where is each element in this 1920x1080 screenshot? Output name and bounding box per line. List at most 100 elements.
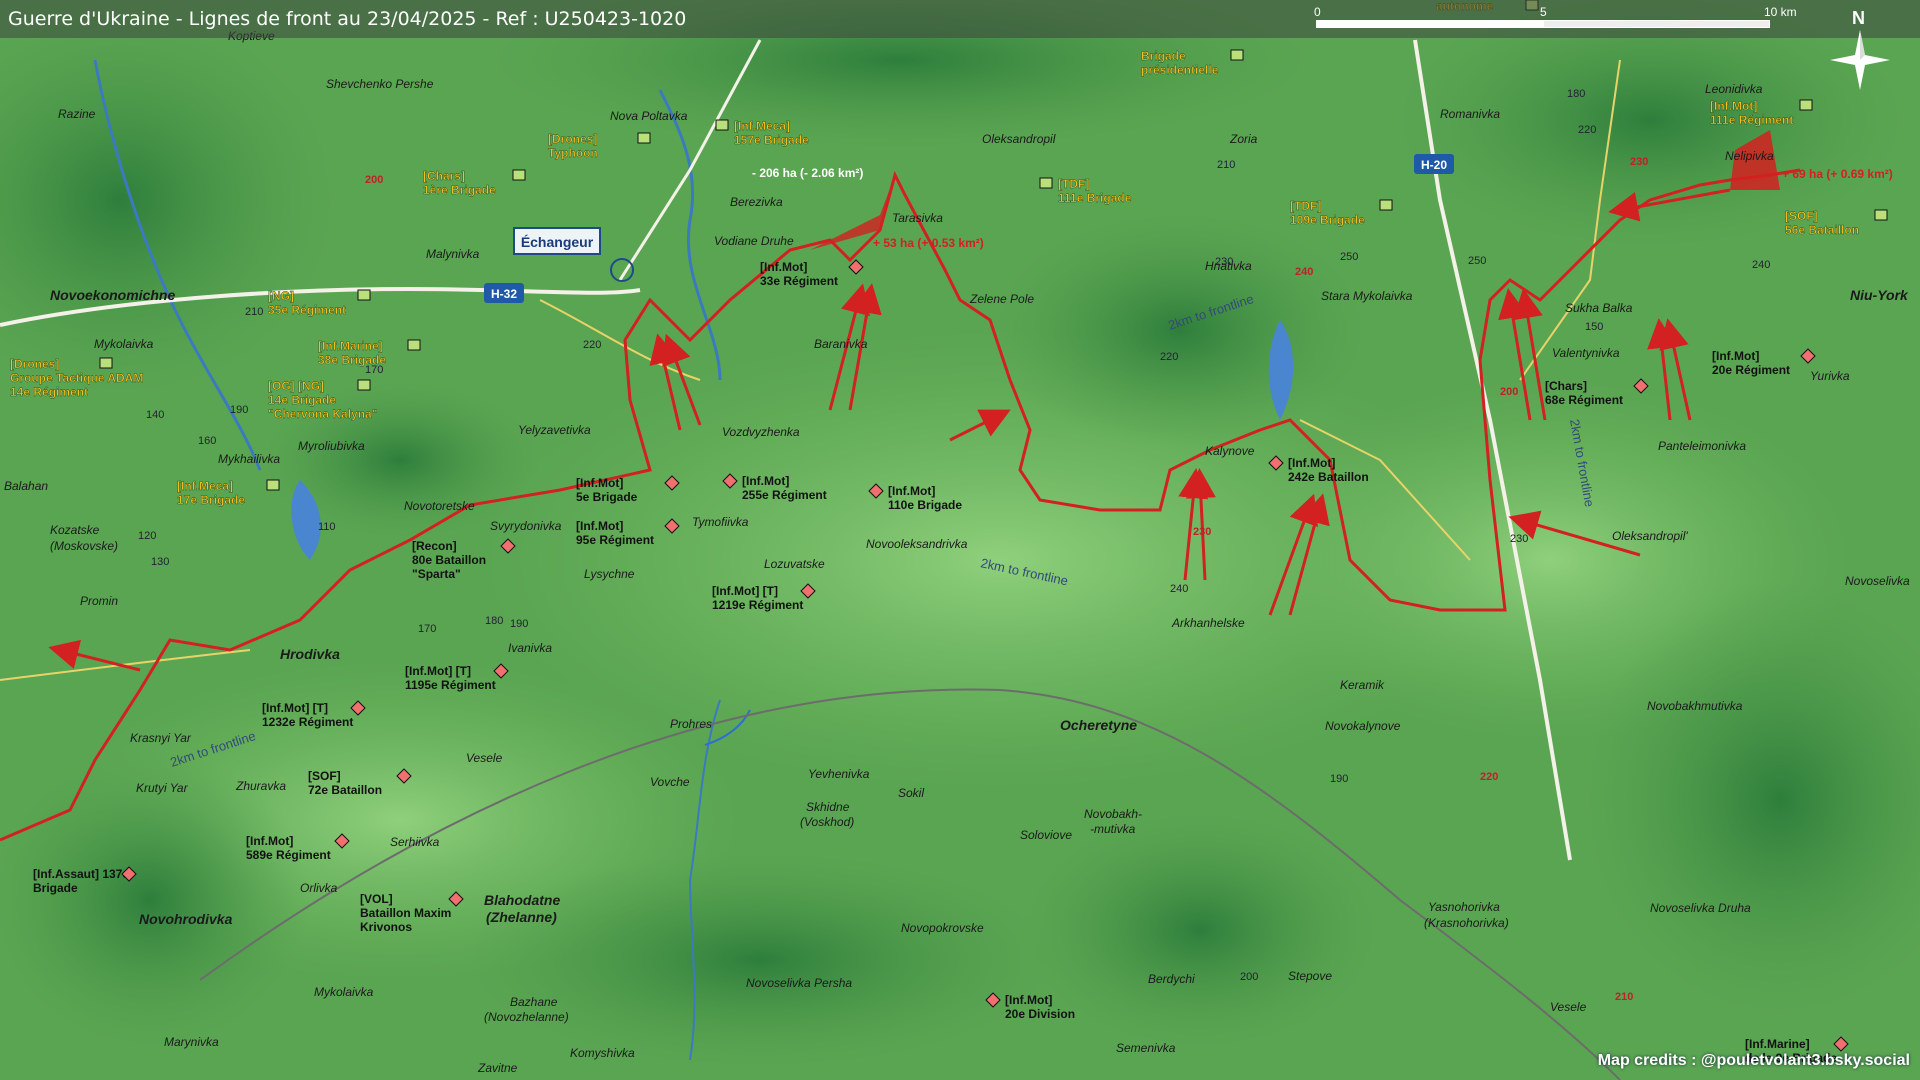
elevation-label: 200 (1500, 386, 1518, 398)
unit-label: 1ère Brigade (423, 183, 496, 197)
town-label: (Moskovske) (50, 539, 118, 553)
town-label: (Novozhelanne) (484, 1010, 569, 1024)
unit-label: 255e Régiment (742, 488, 827, 502)
town-label: Prohres (670, 717, 712, 731)
town-label: Novoselivka (1845, 574, 1910, 588)
unit-label: [Inf.Mot] (1710, 99, 1757, 113)
map-title: Guerre d'Ukraine - Lignes de front au 23… (8, 8, 687, 30)
town-label: Zoria (1229, 132, 1258, 146)
town-label: Berezivka (730, 195, 783, 209)
elevation-label: 170 (418, 623, 436, 635)
unit-symbol-icon (1039, 177, 1053, 189)
town-label: Skhidne (806, 800, 850, 814)
town-label: Baranivka (814, 337, 868, 351)
elevation-label: 220 (1160, 351, 1178, 363)
unit-label: Typhoon (548, 146, 598, 160)
unit-label: [SOF] (1785, 209, 1818, 223)
unit-label: [Inf.Mot] (760, 260, 807, 274)
elevation-label: 220 (583, 339, 601, 351)
elevation-label: 150 (1585, 321, 1603, 333)
town-label: Yelyzavetivka (518, 423, 591, 437)
unit-label: [Inf.Mot] (888, 484, 935, 498)
unit-label: 95e Régiment (576, 533, 654, 547)
town-label: Novoselivka Druha (1650, 901, 1751, 915)
unit-label: 109e Brigade (1290, 213, 1365, 227)
unit-label: [Inf.Mot] (576, 519, 623, 533)
town-label: Novokalynove (1325, 719, 1401, 733)
town-label: Mykhailivka (218, 452, 280, 466)
scale-ten-label: 10 km (1764, 5, 1797, 19)
town-label: Novoselivka Persha (746, 976, 852, 990)
unit-label: [Inf.Mot] (742, 474, 789, 488)
town-label: Nova Poltavka (610, 109, 688, 123)
town-label: (Voskhod) (800, 815, 854, 829)
unit-symbol-icon (512, 169, 526, 181)
town-label: Vesele (466, 751, 503, 765)
town-label: Marynivka (164, 1035, 219, 1049)
map-canvas[interactable]: H-32 H-20 Échangeur - 206 ha (- 2.06 km²… (0, 0, 1920, 1080)
town-label: Oleksandropil (982, 132, 1056, 146)
elevation-label: 130 (151, 556, 169, 568)
north-arrow-icon (1830, 30, 1890, 90)
unit-label: Brigade (1141, 49, 1186, 63)
town-label: Stepove (1288, 969, 1332, 983)
elevation-label: 210 (245, 306, 263, 318)
town-label: Zelene Pole (969, 292, 1034, 306)
elevation-label: 210 (1615, 991, 1633, 1003)
unit-label: [Inf.Mot] (1005, 993, 1052, 1007)
unit-symbol-icon (1230, 49, 1244, 61)
elevation-label: 240 (1170, 583, 1188, 595)
elevation-label: 190 (510, 618, 528, 630)
unit-symbol-icon (357, 289, 371, 301)
interchange-label: Échangeur (521, 234, 594, 250)
elevation-label: 250 (1340, 251, 1358, 263)
unit-symbol-icon (357, 379, 371, 391)
elevation-label: 140 (146, 409, 164, 421)
unit-label: 33e Régiment (760, 274, 838, 288)
terrain-dark (0, 750, 310, 1050)
unit-label: [Inf.Mot] [T] (712, 584, 778, 598)
town-label: Serhiivka (390, 835, 440, 849)
elevation-label: 230 (1630, 156, 1648, 168)
town-label: Balahan (4, 479, 48, 493)
town-label: Semenivka (1116, 1041, 1176, 1055)
unit-label: 5e Brigade (576, 490, 638, 504)
town-label: Kozatske (50, 523, 100, 537)
unit-label: [Inf.Mot] (246, 834, 293, 848)
elevation-label: 230 (1193, 526, 1211, 538)
road-badge-h20: H-20 (1414, 154, 1454, 174)
unit-label: [Inf.Meca] (734, 119, 790, 133)
unit-label: [Chars] (1545, 379, 1587, 393)
town-label: Tymofiivka (692, 515, 749, 529)
elevation-label: 190 (1330, 773, 1348, 785)
unit-symbol-icon (99, 357, 113, 369)
elevation-label: 110 (318, 521, 336, 533)
town-label: Stara Mykolaivka (1321, 289, 1413, 303)
road-badge-label: H-32 (491, 287, 517, 301)
unit-label: [Chars] (423, 169, 465, 183)
elevation-label: 200 (1240, 971, 1258, 983)
town-label: Novooleksandrivka (866, 537, 968, 551)
town-label: Novobakhmutivka (1647, 699, 1743, 713)
town-label: Yevhenivka (808, 767, 870, 781)
loss-annotation: - 206 ha (- 2.06 km²) (752, 166, 863, 180)
town-label: Vozdvyzhenka (722, 425, 800, 439)
town-label: Yasnohorivka (1428, 900, 1500, 914)
unit-label: [OG] [NG] (268, 379, 324, 393)
town-label: Romanivka (1440, 107, 1500, 121)
scale-five-label: 5 (1540, 5, 1547, 19)
unit-symbol-icon (1874, 209, 1888, 221)
town-label: (Krasnohorivka) (1424, 916, 1509, 930)
unit-label: [Inf.Meca] (177, 479, 233, 493)
title-bar: Guerre d'Ukraine - Lignes de front au 23… (0, 0, 1920, 38)
elevation-label: 170 (365, 364, 383, 376)
town-label: Keramik (1340, 678, 1385, 692)
unit-label: [Inf.Mot] (1712, 349, 1759, 363)
town-label: Bazhane (510, 995, 558, 1009)
town-label: Lysychne (584, 567, 635, 581)
town-label: Tarasivka (892, 211, 943, 225)
town-label: Sukha Balka (1565, 301, 1633, 315)
town-label: Panteleimonivka (1658, 439, 1746, 453)
north-label: N (1852, 8, 1865, 28)
unit-label: 157e Brigade (734, 133, 809, 147)
